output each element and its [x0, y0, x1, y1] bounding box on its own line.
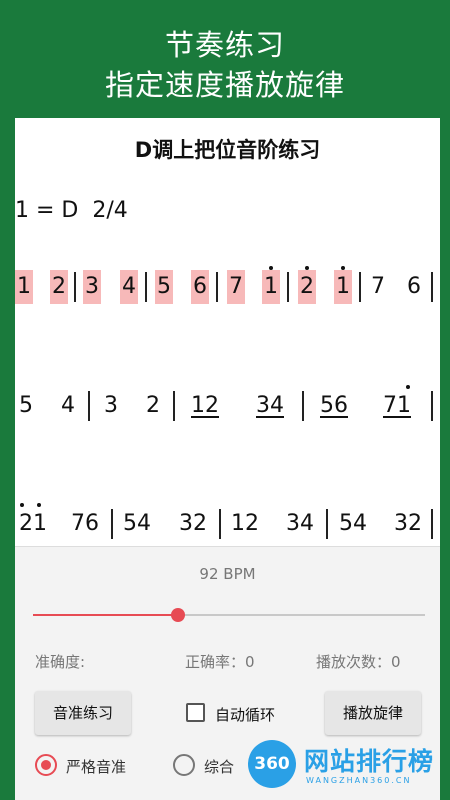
- note: 1: [15, 270, 33, 304]
- barline: [359, 272, 361, 302]
- note: 7: [371, 274, 385, 299]
- note-pair: 54: [339, 511, 367, 536]
- note: 3: [83, 270, 101, 304]
- play-count: 播放次数：0: [316, 653, 401, 671]
- header-banner: 节奏练习 指定速度播放旋律: [0, 0, 450, 118]
- score-sheet: D调上把位音阶练习 1 = D 2/4 1 2 3 4 5 6 7 1 2 1 …: [15, 118, 440, 546]
- watermark-badge: 360: [248, 740, 296, 788]
- note-pair: 34: [286, 511, 314, 536]
- auto-loop-checkbox[interactable]: [186, 703, 205, 722]
- note-pair: 21: [19, 511, 47, 536]
- barline: [431, 272, 433, 302]
- note: 6: [191, 270, 209, 304]
- note: 4: [61, 393, 75, 418]
- watermark-url: WANGZHAN360.CN: [306, 776, 412, 785]
- score-row-2: 5 4 3 2 12 34 56 71: [15, 385, 440, 429]
- note: 4: [120, 270, 138, 304]
- comprehensive-label: 综合: [204, 758, 235, 776]
- barline: [216, 272, 218, 302]
- accuracy-label: 准确度:: [35, 653, 86, 671]
- high-octave-dot: [37, 503, 41, 507]
- note-pair: 12: [191, 393, 219, 418]
- comprehensive-radio[interactable]: [173, 754, 195, 776]
- barline: [173, 391, 175, 421]
- barline: [326, 509, 328, 539]
- barline: [431, 509, 433, 539]
- note: 5: [155, 270, 173, 304]
- barline: [88, 391, 90, 421]
- score-row-1: 1 2 3 4 5 6 7 1 2 1 7 6: [15, 266, 440, 310]
- correct-rate: 正确率：0: [185, 653, 255, 671]
- bpm-readout: 92 BPM: [199, 565, 256, 583]
- note: 3: [104, 393, 118, 418]
- high-octave-dot: [269, 266, 273, 270]
- high-octave-dot: [305, 266, 309, 270]
- note: 5: [19, 393, 33, 418]
- note-pair: 71: [383, 393, 411, 418]
- high-octave-dot: [341, 266, 345, 270]
- note: 2: [298, 270, 316, 304]
- score-title: D调上把位音阶练习: [134, 138, 321, 162]
- play-melody-button[interactable]: 播放旋律: [325, 691, 421, 735]
- note-pair: 32: [394, 511, 422, 536]
- barline: [74, 272, 76, 302]
- barline: [145, 272, 147, 302]
- note: 2: [146, 393, 160, 418]
- barline: [111, 509, 113, 539]
- key-signature: 1 = D 2/4: [15, 198, 128, 223]
- note-pair: 76: [71, 511, 99, 536]
- watermark-logo: 360 网站排行榜 WANGZHAN360.CN: [248, 736, 450, 800]
- score-row-3: 21 76 54 32 12 34 54 32: [15, 503, 440, 546]
- tempo-slider-fill: [33, 614, 179, 616]
- barline: [287, 272, 289, 302]
- note: 6: [407, 274, 421, 299]
- note-pair: 32: [179, 511, 207, 536]
- high-octave-dot: [20, 503, 24, 507]
- note-pair: 56: [320, 393, 348, 418]
- strict-pitch-label: 严格音准: [66, 758, 127, 776]
- barline: [431, 391, 433, 421]
- note-pair: 12: [231, 511, 259, 536]
- tempo-slider-thumb[interactable]: [171, 608, 186, 622]
- note: 2: [50, 270, 68, 304]
- note: 1: [334, 270, 352, 304]
- barline: [302, 391, 304, 421]
- pitch-practice-button[interactable]: 音准练习: [35, 691, 131, 735]
- note-pair: 54: [123, 511, 151, 536]
- note-pair: 34: [256, 393, 284, 418]
- note: 1: [262, 270, 280, 304]
- high-octave-dot: [406, 385, 410, 389]
- watermark-name: 网站排行榜: [304, 747, 435, 776]
- auto-loop-label: 自动循环: [215, 706, 276, 724]
- banner-title: 节奏练习: [164, 28, 285, 62]
- strict-pitch-radio[interactable]: [35, 754, 57, 776]
- note: 7: [227, 270, 245, 304]
- banner-subtitle: 指定速度播放旋律: [104, 68, 345, 102]
- barline: [219, 509, 221, 539]
